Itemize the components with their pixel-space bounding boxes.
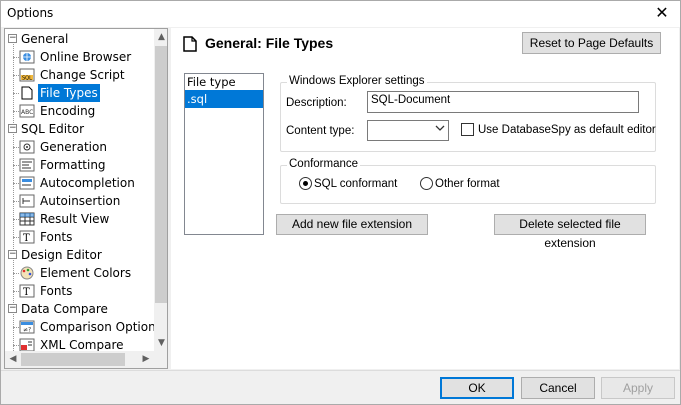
svg-text:T: T bbox=[23, 233, 30, 244]
font-icon: T bbox=[19, 284, 35, 298]
title-bar: Options ✕ bbox=[1, 1, 680, 27]
file-type-list-header: File type bbox=[187, 75, 236, 89]
tree-item-data-compare[interactable]: − Data Compare bbox=[8, 300, 110, 318]
autoinsertion-icon bbox=[19, 194, 35, 208]
globe-icon bbox=[19, 50, 35, 64]
xml-compare-icon bbox=[19, 338, 35, 352]
sql-conformant-label: SQL conformant bbox=[314, 178, 398, 190]
page-title: General: File Types bbox=[205, 35, 334, 51]
apply-button[interactable]: Apply bbox=[601, 377, 675, 399]
cancel-button[interactable]: Cancel bbox=[521, 377, 595, 399]
tree-item-label: Element Colors bbox=[40, 266, 132, 280]
scroll-corner bbox=[154, 351, 167, 368]
generation-icon bbox=[19, 140, 35, 154]
tree-item-formatting[interactable]: Formatting bbox=[19, 156, 108, 174]
page-document-icon bbox=[183, 36, 197, 55]
tree-item-label: SQL Editor bbox=[21, 122, 85, 136]
tree-item-change-script[interactable]: SQL Change Script bbox=[19, 66, 127, 84]
collapse-icon[interactable]: − bbox=[8, 34, 17, 43]
conformance-legend: Conformance bbox=[287, 158, 361, 170]
settings-page: General: File Types Reset to Page Defaul… bbox=[171, 28, 679, 369]
formatting-icon bbox=[19, 158, 35, 172]
grid-icon bbox=[19, 212, 35, 226]
add-new-file-extension-button[interactable]: Add new file extension bbox=[276, 214, 428, 235]
tree-item-comparison-options[interactable]: ≠? Comparison Options bbox=[19, 318, 164, 336]
tree-item-label: Encoding bbox=[40, 104, 96, 118]
file-type-list[interactable]: File type .sql bbox=[184, 73, 264, 235]
delete-selected-file-extension-button[interactable]: Delete selected file extension bbox=[494, 214, 646, 250]
tree-item-label: Result View bbox=[40, 212, 110, 226]
tree-item-label: Design Editor bbox=[21, 248, 102, 262]
tree-item-label: Fonts bbox=[40, 284, 73, 298]
tree-item-fonts[interactable]: T Fonts bbox=[19, 282, 74, 300]
tree-item-label: File Types bbox=[38, 84, 100, 102]
tree-item-label: Comparison Options bbox=[40, 320, 162, 334]
tree-item-generation[interactable]: Generation bbox=[19, 138, 109, 156]
tree-item-autocompletion[interactable]: Autocompletion bbox=[19, 174, 137, 192]
options-tree[interactable]: − General Online Browser SQL Change Script Fi… bbox=[4, 28, 168, 369]
compare-icon: ≠? bbox=[19, 320, 35, 334]
document-icon bbox=[19, 86, 35, 100]
tree-item-label: Generation bbox=[40, 140, 107, 154]
tree-item-online-browser[interactable]: Online Browser bbox=[19, 48, 133, 66]
autocompletion-icon bbox=[19, 176, 35, 190]
options-dialog: Options ✕ − General Online Browser SQL Chang… bbox=[0, 0, 681, 405]
tree-item-label: Formatting bbox=[40, 158, 106, 172]
description-label: Description: bbox=[286, 97, 347, 109]
footer-divider bbox=[1, 370, 680, 371]
sql-script-icon: SQL bbox=[19, 68, 35, 82]
description-field[interactable]: SQL-Document bbox=[367, 91, 639, 113]
scroll-down-icon[interactable]: ▼ bbox=[154, 335, 167, 351]
tree-item-element-colors[interactable]: Element Colors bbox=[19, 264, 133, 282]
scroll-up-icon[interactable]: ▲ bbox=[154, 29, 167, 45]
list-item[interactable]: .sql bbox=[185, 90, 263, 108]
tree-horizontal-scrollbar[interactable]: ◀ ▶ bbox=[5, 351, 154, 368]
tree-item-autoinsertion[interactable]: Autoinsertion bbox=[19, 192, 122, 210]
tree-item-sql-editor[interactable]: − SQL Editor bbox=[8, 120, 86, 138]
tree-vertical-scroll-thumb[interactable] bbox=[155, 46, 167, 303]
collapse-icon[interactable]: − bbox=[8, 250, 17, 259]
tree-item-label: Fonts bbox=[40, 230, 73, 244]
font-icon: T bbox=[19, 230, 35, 244]
other-format-radio[interactable] bbox=[420, 177, 433, 190]
window-title: Options bbox=[7, 6, 54, 20]
svg-text:SQL: SQL bbox=[22, 76, 32, 82]
default-editor-label: Use DatabaseSpy as default editor bbox=[478, 124, 656, 136]
tree-horizontal-scroll-thumb[interactable] bbox=[21, 353, 125, 366]
tree-item-general[interactable]: − General bbox=[8, 30, 70, 48]
content-type-label: Content type: bbox=[286, 125, 355, 137]
scroll-right-icon[interactable]: ▶ bbox=[138, 351, 154, 368]
scroll-left-icon[interactable]: ◀ bbox=[5, 351, 21, 368]
tree-item-file-types[interactable]: File Types bbox=[19, 84, 100, 102]
tree-item-label: Autocompletion bbox=[40, 176, 135, 190]
tree-item-label: Data Compare bbox=[21, 302, 108, 316]
tree-item-fonts[interactable]: T Fonts bbox=[19, 228, 74, 246]
tree-item-label: Autoinsertion bbox=[40, 194, 121, 208]
windows-explorer-settings-legend: Windows Explorer settings bbox=[287, 75, 427, 87]
tree-item-label: General bbox=[21, 32, 69, 46]
encoding-icon: ABC bbox=[19, 104, 35, 118]
palette-icon bbox=[19, 266, 35, 280]
svg-text:ABC: ABC bbox=[21, 109, 33, 116]
sql-conformant-radio[interactable] bbox=[299, 177, 312, 190]
default-editor-checkbox[interactable] bbox=[461, 123, 474, 136]
svg-text:≠?: ≠? bbox=[23, 327, 31, 334]
other-format-label: Other format bbox=[435, 178, 500, 190]
tree-item-encoding[interactable]: ABC Encoding bbox=[19, 102, 97, 120]
chevron-down-icon[interactable] bbox=[435, 123, 445, 136]
tree-item-design-editor[interactable]: − Design Editor bbox=[8, 246, 104, 264]
tree-item-label: Change Script bbox=[40, 68, 125, 82]
ok-button[interactable]: OK bbox=[440, 377, 514, 399]
tree-item-label: Online Browser bbox=[40, 50, 132, 64]
collapse-icon[interactable]: − bbox=[8, 124, 17, 133]
close-icon[interactable]: ✕ bbox=[652, 3, 672, 23]
tree-item-result-view[interactable]: Result View bbox=[19, 210, 111, 228]
tree-vertical-scrollbar[interactable]: ▲ ▼ bbox=[154, 29, 167, 351]
content-type-select[interactable] bbox=[367, 120, 449, 141]
collapse-icon[interactable]: − bbox=[8, 304, 17, 313]
svg-text:T: T bbox=[23, 287, 30, 298]
reset-to-page-defaults-button[interactable]: Reset to Page Defaults bbox=[522, 32, 661, 54]
